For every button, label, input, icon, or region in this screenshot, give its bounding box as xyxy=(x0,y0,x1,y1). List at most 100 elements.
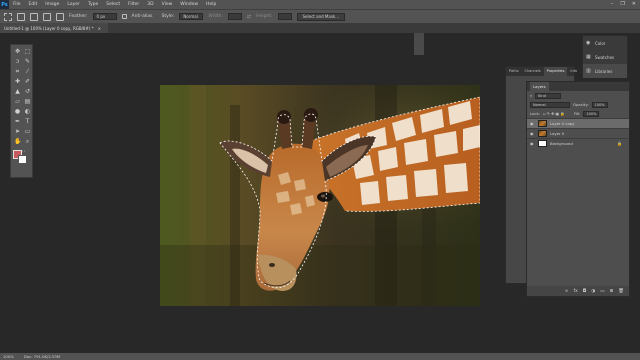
eye-icon[interactable]: ◉ xyxy=(530,141,535,146)
blur-tool-icon[interactable]: ● xyxy=(14,108,21,115)
document-tab[interactable]: Untitled-1 @ 100% (Layer 0 copy, RGB/8#)… xyxy=(0,23,108,33)
path-select-tool-icon[interactable]: ➤ xyxy=(14,128,21,135)
background-color-swatch[interactable] xyxy=(18,155,27,164)
menu-filter[interactable]: Filter xyxy=(124,2,143,7)
marquee-tool-preset-icon[interactable] xyxy=(4,12,12,21)
layer-name: Layer 0 xyxy=(550,131,565,136)
menu-layer[interactable]: Layer xyxy=(63,2,84,7)
menu-3d[interactable]: 3D xyxy=(143,2,157,7)
select-and-mask-button[interactable]: Select and Mask... xyxy=(296,12,346,21)
intersect-selection-icon[interactable] xyxy=(56,12,64,21)
layer-row[interactable]: ◉ Background 🔒 xyxy=(527,138,629,148)
adjustment-layer-icon[interactable]: ◑ xyxy=(591,289,595,294)
width-input[interactable] xyxy=(227,13,242,20)
dodge-tool-icon[interactable]: ◐ xyxy=(24,108,31,115)
options-bar: Feather: 0 px Anti-alias Style: Normal W… xyxy=(0,9,640,23)
crop-tool-icon[interactable]: ⌗ xyxy=(14,68,21,75)
layers-panel-header: Layers xyxy=(527,82,629,91)
document-size: Doc: 791.0K/2.53M xyxy=(23,354,61,359)
swap-dimensions-icon[interactable]: ⇄ xyxy=(247,14,251,20)
brush-tool-icon[interactable]: ✐ xyxy=(24,78,31,85)
maximize-button[interactable]: ❐ xyxy=(620,1,624,7)
tab-properties[interactable]: Properties xyxy=(543,67,568,76)
menu-view[interactable]: View xyxy=(158,2,177,7)
window-controls: – ❐ ✕ xyxy=(611,1,636,7)
opacity-label: Opacity: xyxy=(573,102,589,107)
menu-file[interactable]: File xyxy=(9,2,25,7)
delete-layer-icon[interactable]: 🗑 xyxy=(618,289,624,294)
search-icon: ⌕ xyxy=(530,93,533,98)
rectangle-tool-icon[interactable]: ▭ xyxy=(24,128,31,135)
fill-label: Fill: xyxy=(574,111,581,116)
color-wheel-icon: ◉ xyxy=(586,40,591,46)
hand-tool-icon[interactable]: ✋ xyxy=(14,138,21,145)
fill-input[interactable]: 100% xyxy=(583,110,600,117)
style-select[interactable]: Normal xyxy=(179,13,204,20)
clone-stamp-tool-icon[interactable]: ▲ xyxy=(14,88,21,95)
layers-panel-title[interactable]: Layers xyxy=(530,82,549,91)
type-tool-icon[interactable]: T xyxy=(24,118,31,125)
layer-name: Background xyxy=(550,141,573,146)
eraser-tool-icon[interactable]: ▱ xyxy=(14,98,21,105)
minimize-button[interactable]: – xyxy=(611,1,614,7)
pen-tool-icon[interactable]: ✒ xyxy=(14,118,21,125)
libraries-icon: ▥ xyxy=(586,68,591,74)
width-label: Width: xyxy=(208,14,223,19)
quick-select-tool-icon[interactable]: ✎ xyxy=(24,58,31,65)
lock-icon[interactable]: ▫ ✎ ✥ ▣ 🔒 xyxy=(543,111,565,116)
new-selection-icon[interactable] xyxy=(17,12,25,21)
new-layer-icon[interactable]: ⊞ xyxy=(610,289,614,294)
layers-panel: Layers ⌕ Kind Normal Opacity: 100% Lock:… xyxy=(526,81,630,297)
healing-brush-tool-icon[interactable]: ✚ xyxy=(14,78,21,85)
libraries-panel-button[interactable]: ▥ Libraries xyxy=(583,64,627,78)
photoshop-logo[interactable]: Ps xyxy=(0,0,9,9)
swatches-panel-button[interactable]: ▦ Swatches xyxy=(583,50,627,64)
eye-icon[interactable]: ◉ xyxy=(530,131,535,136)
new-group-icon[interactable]: ▭ xyxy=(600,289,604,294)
menu-edit[interactable]: Edit xyxy=(25,2,42,7)
blend-row: Normal Opacity: 100% xyxy=(527,100,629,109)
gradient-tool-icon[interactable]: ▤ xyxy=(24,98,31,105)
history-brush-tool-icon[interactable]: ↺ xyxy=(24,88,31,95)
height-input[interactable] xyxy=(277,13,292,20)
add-to-selection-icon[interactable] xyxy=(30,12,38,21)
zoom-tool-icon[interactable]: ⌕ xyxy=(24,138,31,145)
marquee-tool-icon[interactable]: ⬚ xyxy=(24,48,31,55)
zoom-level[interactable]: 100% xyxy=(3,354,14,359)
menu-select[interactable]: Select xyxy=(102,2,124,7)
tab-info[interactable]: Info xyxy=(567,67,580,76)
document-canvas[interactable] xyxy=(160,85,480,306)
panel-collapse-strip[interactable] xyxy=(414,33,424,55)
color-panel-button[interactable]: ◉ Color xyxy=(583,36,627,50)
lasso-tool-icon[interactable]: ↄ xyxy=(14,58,21,65)
layer-row[interactable]: ◉ Layer 0 xyxy=(527,128,629,138)
eye-icon[interactable]: ◉ xyxy=(530,121,535,126)
color-panel-label: Color xyxy=(595,40,606,46)
layer-row[interactable]: ◉ Layer 0 copy xyxy=(527,118,629,128)
menu-image[interactable]: Image xyxy=(41,2,63,7)
menu-window[interactable]: Window xyxy=(176,2,202,7)
menu-type[interactable]: Type xyxy=(84,2,102,7)
panel-tabs: Paths Channels Properties Info xyxy=(506,67,577,76)
tab-paths[interactable]: Paths xyxy=(506,67,522,76)
height-label: Height: xyxy=(256,14,273,19)
close-button[interactable]: ✕ xyxy=(632,1,636,7)
subtract-selection-icon[interactable] xyxy=(43,12,51,21)
document-tab-title: Untitled-1 @ 100% (Layer 0 copy, RGB/8#)… xyxy=(4,25,94,31)
feather-input[interactable]: 0 px xyxy=(92,13,117,20)
layer-style-icon[interactable]: fx xyxy=(573,289,577,294)
swatches-grid-icon: ▦ xyxy=(586,54,591,60)
antialias-checkbox[interactable] xyxy=(121,14,127,19)
link-layers-icon[interactable]: ∞ xyxy=(565,289,569,294)
layer-thumbnail xyxy=(538,120,547,127)
blend-mode-select[interactable]: Normal xyxy=(530,101,570,108)
filter-kind-select[interactable]: Kind xyxy=(535,92,562,99)
menu-bar: Ps File Edit Image Layer Type Select Fil… xyxy=(0,0,640,9)
tab-channels[interactable]: Channels xyxy=(522,67,544,76)
close-tab-icon[interactable]: × xyxy=(98,26,101,31)
eyedropper-tool-icon[interactable]: ⁄ xyxy=(24,68,31,75)
move-tool-icon[interactable]: ✥ xyxy=(14,48,21,55)
menu-help[interactable]: Help xyxy=(202,2,220,7)
opacity-input[interactable]: 100% xyxy=(591,101,608,108)
layer-mask-icon[interactable]: ◘ xyxy=(583,289,587,294)
